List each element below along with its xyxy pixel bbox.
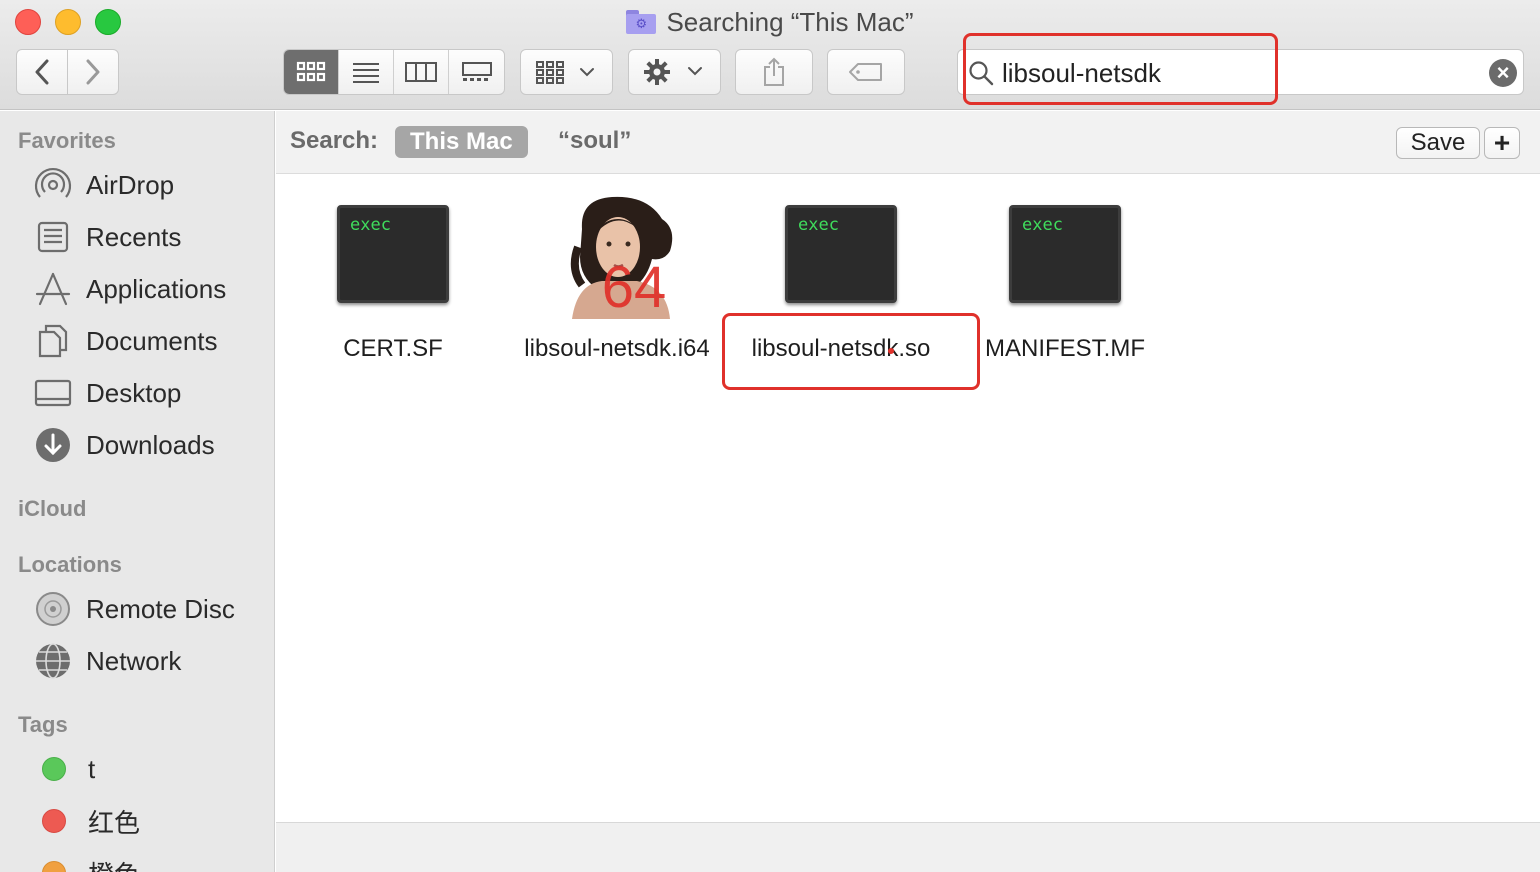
annotation-dot <box>888 348 894 354</box>
action-menu-button[interactable] <box>628 49 721 95</box>
list-icon <box>353 63 379 83</box>
file-item[interactable]: exec libsoul-netsdk.so <box>726 187 956 377</box>
view-mode-control <box>283 49 505 95</box>
tag-icon <box>849 63 882 81</box>
exec-label: exec <box>350 215 391 235</box>
save-search-button[interactable]: Save <box>1396 127 1480 159</box>
column-view-button[interactable] <box>394 50 449 94</box>
sidebar-item-airdrop[interactable]: AirDrop <box>34 165 270 205</box>
terminal-exec-icon: exec <box>1009 205 1121 303</box>
network-icon <box>34 642 72 680</box>
list-view-button[interactable] <box>339 50 394 94</box>
file-item[interactable]: exec MANIFEST.MF <box>950 187 1180 377</box>
share-button[interactable] <box>735 49 813 95</box>
desktop-icon <box>34 374 72 412</box>
sidebar-item-label: 红色 <box>88 807 141 838</box>
overlay-64: 64 <box>602 255 667 319</box>
sidebar-item-label: Remote Disc <box>86 593 235 624</box>
icloud-heading: iCloud <box>18 496 87 521</box>
recents-icon <box>34 218 72 256</box>
back-button[interactable] <box>16 49 68 95</box>
chevron-right-icon <box>86 59 100 85</box>
sidebar-item-label: 橙色 <box>88 855 140 872</box>
scope-folder-button[interactable]: “soul” <box>558 127 631 155</box>
favorites-heading: Favorites <box>18 128 116 153</box>
locations-heading: Locations <box>18 552 122 577</box>
terminal-exec-icon: exec <box>337 205 449 303</box>
search-scope-bar: Search: This Mac “soul” Save + <box>276 111 1540 174</box>
sidebar-tag-red[interactable]: 红色 <box>34 801 270 841</box>
grid-arrange-icon <box>535 61 594 84</box>
tags-heading: Tags <box>18 712 68 737</box>
documents-icon <box>34 322 72 360</box>
window-title: Searching “This Mac” <box>666 6 914 37</box>
tag-color-dot <box>42 809 66 833</box>
gallery-icon <box>461 62 492 81</box>
sidebar-item-label: Downloads <box>86 429 215 460</box>
exec-label: exec <box>798 215 839 235</box>
sidebar-item-label: Applications <box>86 273 227 304</box>
search-results: exec CERT.SF 64 libsoul-netsdk.i64 exec … <box>276 175 1540 822</box>
sidebar-item-label: Documents <box>86 325 218 356</box>
sidebar-item-network[interactable]: Network <box>34 641 270 681</box>
file-item[interactable]: 64 libsoul-netsdk.i64 <box>502 187 732 377</box>
search-field[interactable]: × <box>957 49 1524 95</box>
search-icon <box>969 61 994 86</box>
file-item[interactable]: exec CERT.SF <box>278 187 508 377</box>
add-criteria-button[interactable]: + <box>1484 127 1520 159</box>
gallery-view-button[interactable] <box>449 50 504 94</box>
clear-search-icon[interactable]: × <box>1489 59 1517 87</box>
group-by-button[interactable] <box>520 49 613 95</box>
sidebar-item-documents[interactable]: Documents <box>34 321 270 361</box>
downloads-icon <box>34 426 72 464</box>
window-toolbar: ⚙ Searching “This Mac” libsoul-netsdk × <box>0 0 1540 110</box>
icon-grid-icon <box>296 61 326 82</box>
disc-icon <box>34 590 72 628</box>
share-icon <box>764 57 784 86</box>
ida-database-icon: 64 <box>552 189 682 320</box>
terminal-exec-icon: exec <box>785 205 897 303</box>
sidebar-item-downloads[interactable]: Downloads <box>34 425 270 465</box>
sidebar: Favorites AirDrop Recents Applications D… <box>0 111 275 872</box>
scope-this-mac-button[interactable]: This Mac <box>395 126 528 158</box>
gear-icon <box>643 59 702 85</box>
file-name: MANIFEST.MF <box>985 335 1145 362</box>
forward-button[interactable] <box>67 49 119 95</box>
window-title-area: ⚙ Searching “This Mac” <box>0 6 1540 38</box>
sidebar-item-remote-disc[interactable]: Remote Disc <box>34 589 270 629</box>
sidebar-item-label: t <box>88 753 96 784</box>
tag-color-dot <box>42 861 66 872</box>
tag-color-dot <box>42 757 66 781</box>
sidebar-tag-t[interactable]: t <box>34 749 270 789</box>
edit-tags-button[interactable] <box>827 49 905 95</box>
sidebar-item-applications[interactable]: Applications <box>34 269 270 309</box>
sidebar-item-recents[interactable]: Recents <box>34 217 270 257</box>
applications-icon <box>34 270 72 308</box>
sidebar-item-label: Desktop <box>86 377 182 408</box>
search-input[interactable] <box>1002 56 1472 90</box>
sidebar-item-label: AirDrop <box>86 169 175 200</box>
status-bar <box>276 822 1540 872</box>
chevron-left-icon <box>35 59 49 85</box>
smart-folder-icon: ⚙ <box>626 10 657 34</box>
columns-icon <box>405 62 437 82</box>
airdrop-icon <box>34 166 72 204</box>
sidebar-tag-orange[interactable]: 橙色 <box>34 853 270 872</box>
sidebar-item-label: Recents <box>86 221 182 252</box>
sidebar-item-desktop[interactable]: Desktop <box>34 373 270 413</box>
scope-label: Search: <box>290 127 379 154</box>
exec-label: exec <box>1022 215 1063 235</box>
sidebar-item-label: Network <box>86 645 182 676</box>
icon-view-button[interactable] <box>284 50 339 94</box>
